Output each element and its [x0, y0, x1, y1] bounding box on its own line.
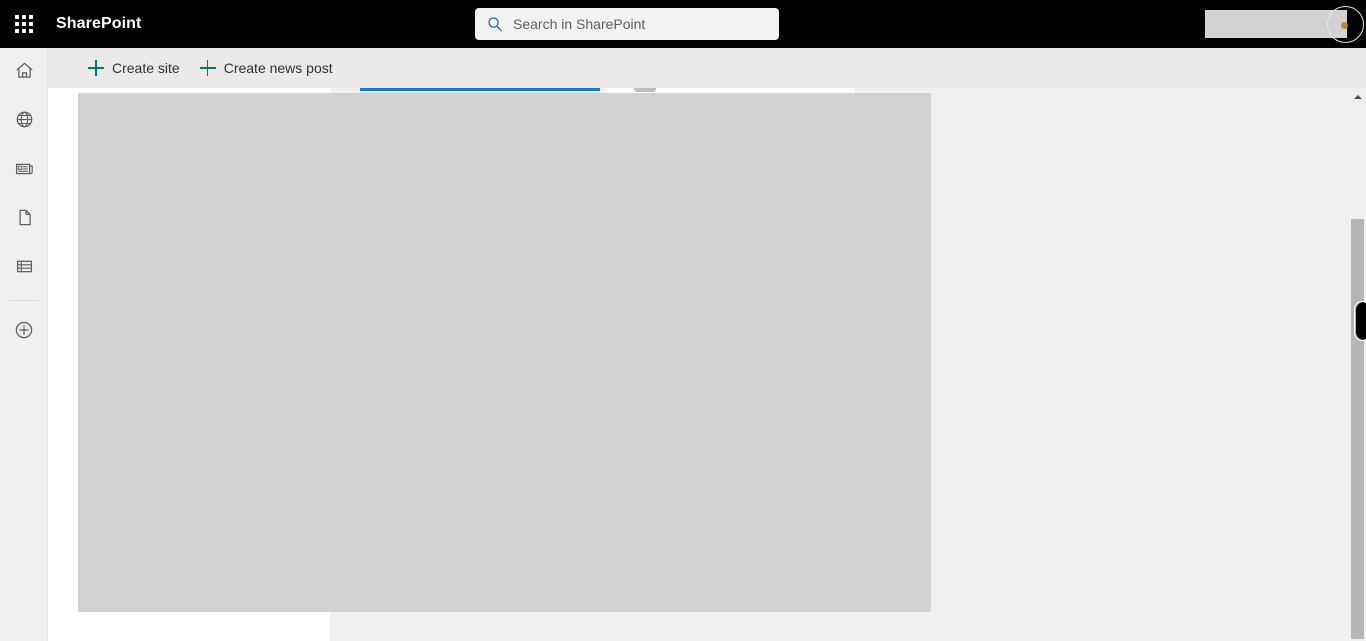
- sidebar-item-create[interactable]: [0, 308, 48, 357]
- globe-icon: [14, 109, 35, 135]
- avatar[interactable]: [1327, 6, 1364, 43]
- search-box[interactable]: [475, 8, 779, 40]
- create-site-button[interactable]: Create site: [78, 48, 190, 88]
- selected-tab-indicator: [360, 88, 600, 91]
- main-content-canvas: [48, 88, 1366, 641]
- rail-divider: [8, 300, 39, 301]
- account-loading-placeholder: [1205, 10, 1347, 38]
- search-region: [475, 8, 779, 40]
- sidebar-item-my-sites[interactable]: [0, 97, 48, 146]
- content-loading-placeholder: [78, 93, 931, 612]
- scroll-up-arrow-icon[interactable]: [1349, 88, 1366, 105]
- scrollbar-thumb[interactable]: [1351, 219, 1364, 639]
- plus-icon: [88, 60, 104, 76]
- create-news-post-label: Create news post: [223, 60, 333, 76]
- sidebar-item-lists[interactable]: [0, 244, 48, 293]
- sidebar-item-home[interactable]: [0, 48, 48, 97]
- create-news-post-button[interactable]: Create news post: [190, 48, 343, 88]
- left-navigation-rail: [0, 48, 48, 641]
- plus-circle-icon: [13, 319, 35, 346]
- vertical-scrollbar[interactable]: [1349, 88, 1366, 641]
- app-launcher-button[interactable]: [0, 0, 48, 48]
- plus-icon: [199, 60, 216, 76]
- content-bottom-backdrop: [48, 612, 330, 641]
- sharepoint-start-page: SharePoint Search in SharePoint Create s…: [0, 0, 1366, 641]
- lists-icon: [14, 256, 35, 282]
- command-bar: Create site Create news post: [48, 48, 1366, 88]
- brand-title[interactable]: SharePoint: [56, 15, 141, 33]
- home-icon: [14, 60, 35, 86]
- scrollbar-track[interactable]: [1349, 105, 1366, 641]
- search-icon: [485, 14, 505, 34]
- pivot-nub[interactable]: [634, 88, 656, 92]
- app-launcher-waffle-icon: [15, 15, 33, 33]
- suite-header-bar: SharePoint: [0, 0, 1366, 48]
- news-icon: [14, 158, 35, 184]
- create-site-label: Create site: [112, 60, 180, 76]
- sidebar-item-files[interactable]: [0, 195, 48, 244]
- page-icon: [14, 207, 35, 233]
- search-input[interactable]: [513, 8, 769, 40]
- sidebar-item-news[interactable]: [0, 146, 48, 195]
